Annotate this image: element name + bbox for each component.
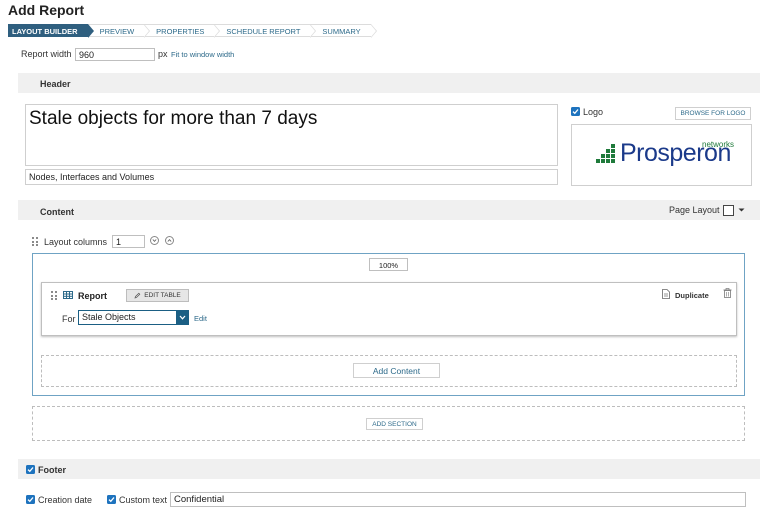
edit-datasource-link[interactable]: Edit <box>194 314 207 323</box>
column-width-input[interactable]: 100% <box>369 258 408 271</box>
step-layout-builder[interactable]: Layout Builder <box>8 24 94 38</box>
page-layout-selector[interactable] <box>723 204 748 216</box>
footer-checkbox[interactable] <box>26 465 35 474</box>
for-label: For <box>62 314 76 324</box>
report-subtitle-input[interactable]: Nodes, Interfaces and Volumes <box>25 169 558 185</box>
step-preview[interactable]: Preview <box>87 24 150 38</box>
custom-text-checkbox[interactable] <box>107 495 116 504</box>
layout-columns-label: Layout columns <box>44 237 108 247</box>
duplicate-button[interactable]: Duplicate <box>675 291 709 300</box>
chevron-up-icon <box>167 239 172 242</box>
card-drag-handle-icon[interactable] <box>51 291 57 300</box>
creation-date-checkbox[interactable] <box>26 495 35 504</box>
check-icon <box>108 497 115 503</box>
footer-section-title: Footer <box>38 465 66 475</box>
report-width-label: Report width <box>21 49 72 59</box>
page-layout-label: Page Layout <box>669 205 720 215</box>
chevron-down-icon <box>152 239 157 242</box>
add-content-button[interactable]: Add Content <box>353 363 440 378</box>
drag-handle-icon[interactable] <box>32 237 38 246</box>
caret-down-icon <box>738 208 745 212</box>
report-resource-card: Report Edit Table Duplicate For Stale Ob… <box>41 282 737 336</box>
logo-checkbox[interactable] <box>571 107 580 116</box>
custom-text-input[interactable]: Confidential <box>170 492 746 507</box>
report-card-title: Report <box>78 291 107 301</box>
step-properties[interactable]: Properties <box>144 24 221 38</box>
report-width-input[interactable]: 960 <box>75 48 155 61</box>
logo-label: Logo <box>583 107 604 117</box>
step-schedule-report[interactable]: Schedule Report <box>214 24 317 38</box>
decrease-columns-button[interactable] <box>150 236 159 245</box>
check-icon <box>27 467 34 473</box>
footer-section-bar <box>18 459 760 479</box>
report-width-unit: px <box>158 49 168 59</box>
table-icon <box>63 291 73 299</box>
check-icon <box>572 109 579 115</box>
edit-table-label: Edit Table <box>144 292 181 299</box>
duplicate-icon <box>662 289 670 299</box>
report-title-text: Stale objects for more than 7 days <box>29 108 318 129</box>
content-section-bar <box>18 200 760 220</box>
creation-date-label: Creation date <box>38 495 93 505</box>
fit-to-window-link[interactable]: Fit to window width <box>171 50 234 59</box>
add-section-button[interactable]: Add Section <box>366 418 423 430</box>
step-summary[interactable]: Summary <box>310 24 377 38</box>
pencil-icon <box>134 292 141 299</box>
datasource-select[interactable]: Stale Objects <box>78 310 189 325</box>
browse-for-logo-button[interactable]: Browse for logo <box>675 107 751 120</box>
report-title-input[interactable]: Stale objects for more than 7 days <box>25 104 558 166</box>
increase-columns-button[interactable] <box>165 236 174 245</box>
layout-swatch-icon <box>723 204 734 216</box>
page-title: Add Report <box>8 2 85 18</box>
logo-tagline: networks <box>702 140 735 149</box>
report-subtitle-text: Nodes, Interfaces and Volumes <box>29 172 155 182</box>
header-section-title: Header <box>40 79 71 89</box>
content-section-title: Content <box>40 207 74 217</box>
edit-table-button[interactable]: Edit Table <box>126 289 189 302</box>
datasource-select-value: Stale Objects <box>82 312 136 322</box>
layout-columns-input[interactable]: 1 <box>112 235 145 248</box>
check-icon <box>27 497 34 503</box>
select-arrow-icon <box>176 311 188 324</box>
logo-preview: Prosperon networks <box>571 124 752 186</box>
trash-icon[interactable] <box>723 288 732 298</box>
wizard-steps: Layout Builder Preview Properties Schedu… <box>8 24 377 38</box>
prosperon-logo-icon <box>596 144 615 163</box>
header-section-bar <box>18 73 760 93</box>
custom-text-label: Custom text <box>119 495 168 505</box>
